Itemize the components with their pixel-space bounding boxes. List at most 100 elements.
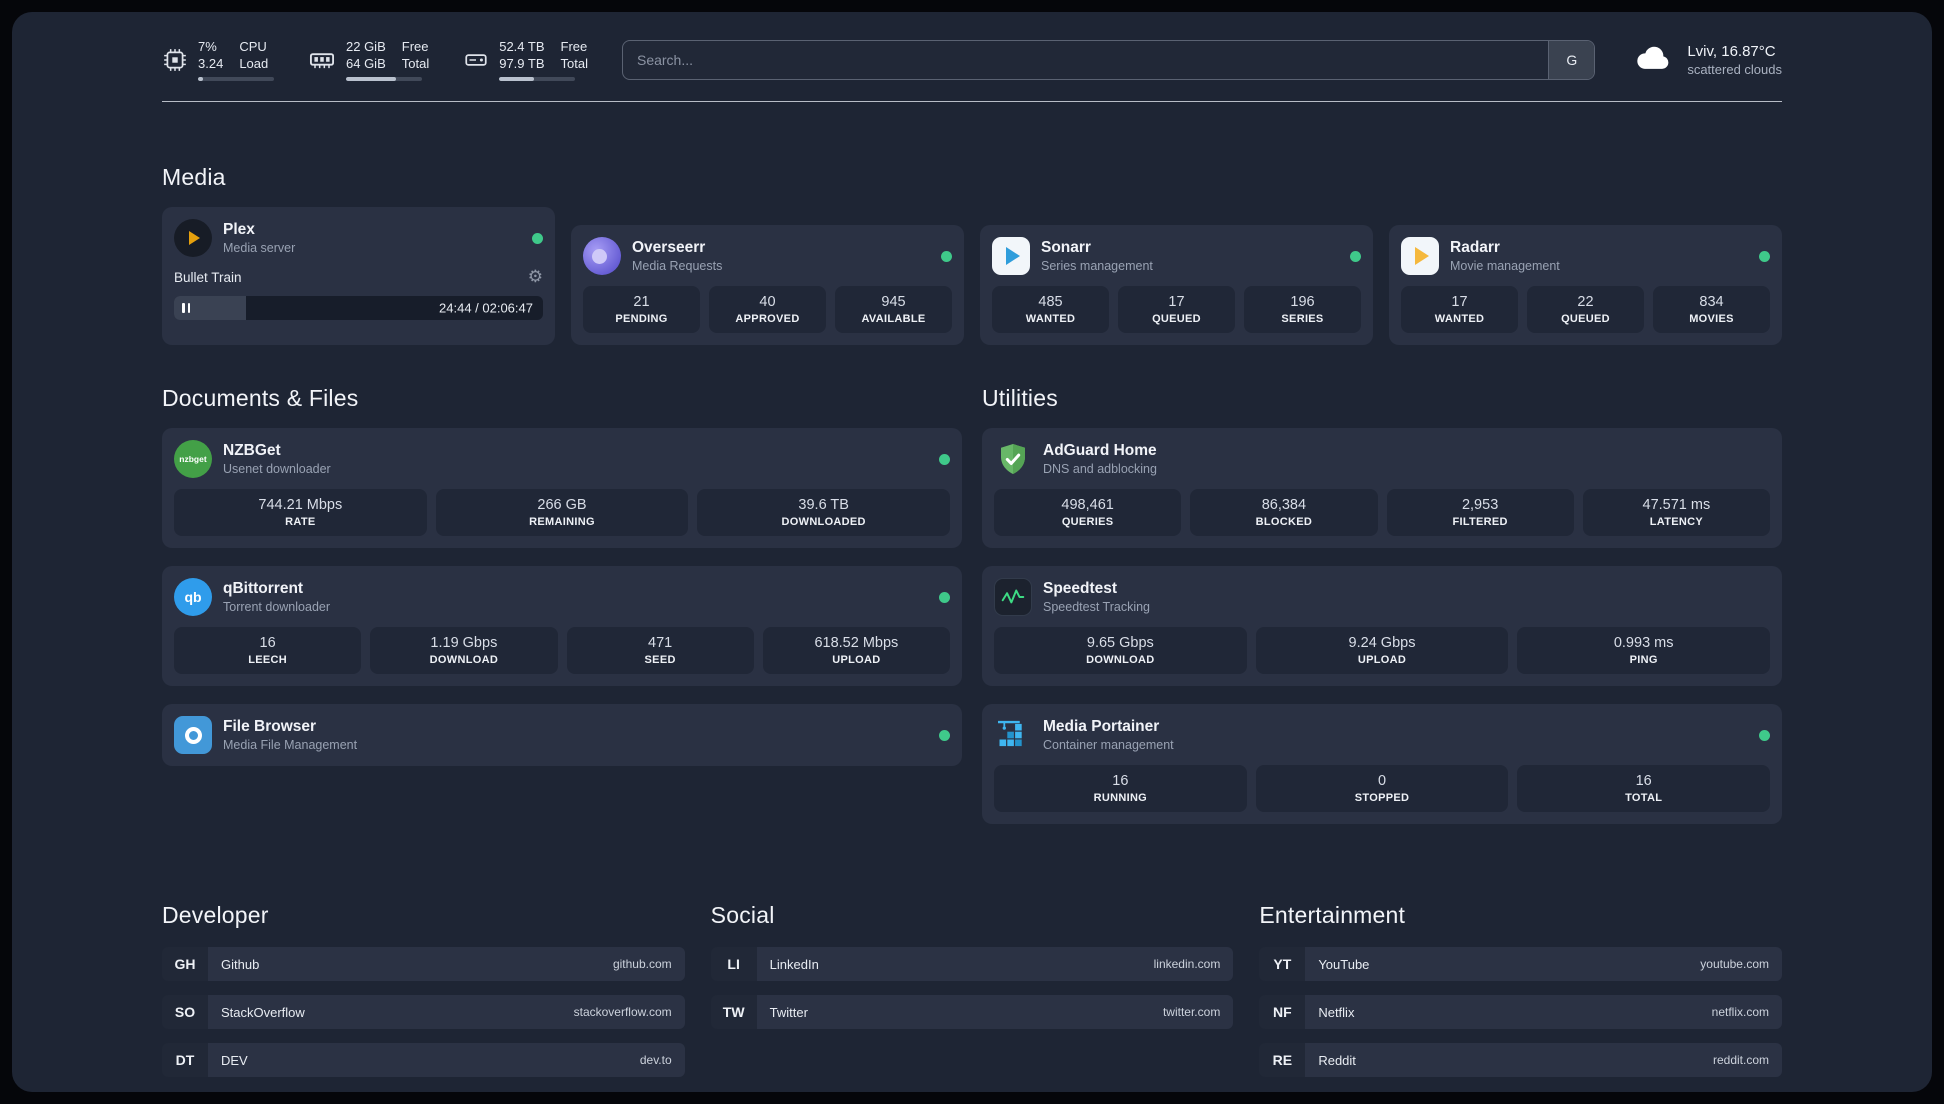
stat-tile: 86,384 BLOCKED: [1190, 489, 1378, 536]
stat-value: 0: [1377, 773, 1387, 789]
search-input[interactable]: [622, 40, 1549, 79]
app-card-adguard[interactable]: AdGuard Home DNS and adblocking 498,461 …: [982, 428, 1782, 548]
bookmark-dev[interactable]: DT DEV dev.to: [162, 1043, 685, 1077]
cpu-label: CPU: [239, 39, 267, 54]
stat-label: TOTAL: [1625, 792, 1663, 804]
weather-condition: scattered clouds: [1687, 61, 1782, 77]
stat-value: 17: [1168, 294, 1185, 310]
bookmark-linkedin[interactable]: LI LinkedIn linkedin.com: [710, 947, 1234, 981]
stat-label: WANTED: [1025, 313, 1076, 325]
stat-value: 86,384: [1261, 497, 1307, 513]
bookmark-url: netflix.com: [1711, 1005, 1769, 1019]
bookmark-abbr: RE: [1259, 1043, 1306, 1077]
app-card-radarr[interactable]: Radarr Movie management 17 WANTED 22 QUE…: [1389, 225, 1782, 345]
stat-value: 618.52 Mbps: [814, 635, 899, 651]
stat-label: SEED: [644, 654, 676, 666]
app-name: Plex: [223, 221, 255, 238]
ram-widget: 22 GiB 64 GiB Free Total: [308, 38, 429, 81]
app-description: Movie management: [1450, 259, 1560, 273]
bookmark-name: DEV: [221, 1052, 248, 1068]
stat-value: 21: [633, 294, 650, 310]
sonarr-icon: [992, 237, 1030, 275]
app-name: File Browser: [223, 718, 317, 735]
developer-section-title: Developer: [162, 902, 269, 928]
stat-value: 9.65 Gbps: [1086, 635, 1154, 651]
stat-label: SERIES: [1281, 313, 1324, 325]
bookmark-url: dev.to: [639, 1053, 672, 1067]
stat-value: 0.993 ms: [1613, 635, 1674, 651]
stat-label: LEECH: [248, 654, 288, 666]
app-card-qbittorrent[interactable]: qb qBittorrent Torrent downloader 16 LEE…: [162, 566, 962, 686]
weather-widget[interactable]: Lviv, 16.87°C scattered clouds: [1633, 42, 1782, 77]
playback-progress-bar[interactable]: 24:44 / 02:06:47: [174, 296, 543, 320]
app-description: Media server: [223, 241, 296, 255]
bookmark-reddit[interactable]: RE Reddit reddit.com: [1259, 1043, 1782, 1077]
cpu-icon: [162, 47, 188, 73]
stat-tile: 9.65 Gbps DOWNLOAD: [994, 627, 1247, 674]
playback-time: 24:44 / 02:06:47: [439, 300, 533, 316]
bookmark-stackoverflow[interactable]: SO StackOverflow stackoverflow.com: [162, 995, 685, 1029]
bookmark-name: Reddit: [1318, 1052, 1356, 1068]
bookmark-url: twitter.com: [1162, 1005, 1221, 1019]
stat-label: QUEUED: [1152, 313, 1201, 325]
stat-value: 498,461: [1061, 497, 1114, 513]
status-online-dot: [939, 729, 950, 741]
app-card-plex[interactable]: Plex Media server Bullet Train ⚙ 24:44 /…: [162, 207, 555, 345]
bookmark-netflix[interactable]: NF Netflix netflix.com: [1259, 995, 1782, 1029]
stat-label: RATE: [285, 516, 316, 528]
bookmark-twitter[interactable]: TW Twitter twitter.com: [710, 995, 1234, 1029]
ram-free-label: Free: [401, 39, 429, 54]
app-description: DNS and adblocking: [1043, 462, 1157, 476]
bookmark-abbr: TW: [710, 995, 757, 1029]
bookmark-url: linkedin.com: [1153, 957, 1221, 971]
stat-label: APPROVED: [735, 313, 800, 325]
cpu-load-value: 3.24: [198, 56, 224, 71]
stat-tile: 498,461 QUERIES: [994, 489, 1182, 536]
stat-tile: 744.21 Mbps RATE: [174, 489, 427, 536]
stat-value: 16: [259, 635, 276, 651]
app-card-filebrowser[interactable]: File Browser Media File Management: [162, 704, 962, 766]
stat-tile: 16 LEECH: [174, 627, 362, 674]
app-name: NZBGet: [223, 442, 281, 459]
app-name: Radarr: [1450, 239, 1500, 256]
app-name: Media Portainer: [1043, 718, 1160, 735]
search-engine-button[interactable]: G: [1548, 40, 1595, 79]
stat-value: 266 GB: [537, 497, 587, 513]
bookmark-youtube[interactable]: YT YouTube youtube.com: [1259, 947, 1782, 981]
status-online-dot: [1759, 250, 1770, 262]
app-card-portainer[interactable]: Media Portainer Container management 16 …: [982, 704, 1782, 824]
section-developer: Developer GH Github github.com SO StackO…: [162, 902, 685, 1077]
stat-label: DOWNLOAD: [1086, 654, 1155, 666]
stat-value: 40: [759, 294, 776, 310]
stat-value: 22: [1577, 294, 1594, 310]
app-card-overseerr[interactable]: Overseerr Media Requests 21 PENDING 40 A…: [571, 225, 964, 345]
cpu-load-label: Load: [239, 56, 269, 71]
app-card-sonarr[interactable]: Sonarr Series management 485 WANTED 17 Q…: [980, 225, 1373, 345]
app-card-speedtest[interactable]: Speedtest Speedtest Tracking 9.65 Gbps D…: [982, 566, 1782, 686]
bookmark-name: LinkedIn: [769, 956, 819, 972]
app-description: Torrent downloader: [223, 600, 331, 614]
stat-tile: 471 SEED: [566, 627, 754, 674]
disk-icon: [463, 47, 489, 73]
ram-total-label: Total: [401, 56, 430, 71]
social-section-title: Social: [710, 902, 775, 928]
stat-tile: 16 TOTAL: [1517, 765, 1771, 812]
pause-icon[interactable]: [182, 303, 190, 313]
stat-label: QUEUED: [1561, 313, 1610, 325]
stat-label: BLOCKED: [1255, 516, 1313, 528]
app-card-nzbget[interactable]: nzbget NZBGet Usenet downloader 744.21 M…: [162, 428, 962, 548]
bookmark-github[interactable]: GH Github github.com: [162, 947, 685, 981]
stat-tile: 16 RUNNING: [994, 765, 1247, 812]
app-description: Speedtest Tracking: [1043, 600, 1151, 614]
cpu-widget: 7% 3.24 CPU Load: [162, 38, 274, 81]
stat-value: 47.571 ms: [1642, 497, 1711, 513]
bookmark-name: StackOverflow: [221, 1004, 305, 1020]
stat-value: 16: [1635, 773, 1652, 789]
bookmark-url: reddit.com: [1712, 1053, 1769, 1067]
app-name: qBittorrent: [223, 580, 304, 597]
gear-icon[interactable]: ⚙: [528, 267, 543, 287]
stat-label: UPLOAD: [1357, 654, 1407, 666]
stat-value: 471: [648, 635, 673, 651]
cloud-icon: [1633, 42, 1675, 77]
disk-free-label: Free: [560, 39, 588, 54]
